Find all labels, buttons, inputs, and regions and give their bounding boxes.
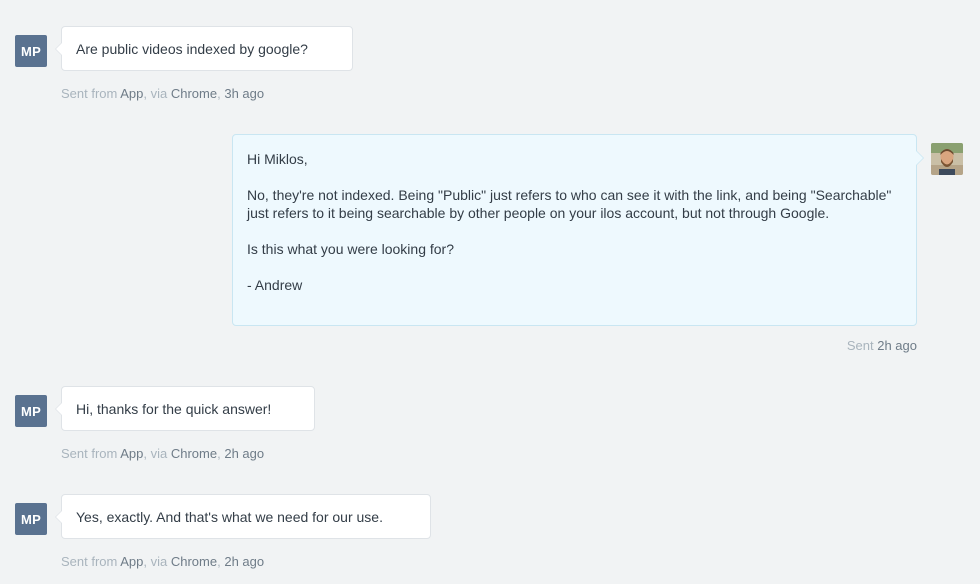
user-avatar-initials: MP: [21, 403, 41, 419]
meta-source: App: [120, 86, 144, 101]
message-meta: Sent from App, via Chrome, 2h ago: [61, 446, 264, 461]
meta-time: 3h ago: [224, 86, 265, 101]
meta-time: 2h ago: [877, 338, 917, 353]
user-avatar: MP: [15, 395, 47, 427]
meta-via: , via: [143, 86, 171, 101]
reply-body: No, they're not indexed. Being "Public" …: [247, 187, 892, 221]
message-meta: Sent from App, via Chrome, 3h ago: [61, 86, 264, 101]
reply-greeting: Hi Miklos,: [247, 151, 308, 167]
user-avatar: MP: [15, 503, 47, 535]
reply-question: Is this what you were looking for?: [247, 241, 454, 257]
meta-sent: Sent: [846, 338, 878, 353]
message-meta: Sent from App, via Chrome, 2h ago: [61, 554, 264, 569]
meta-browser: Chrome: [170, 554, 218, 569]
meta-source: App: [120, 554, 144, 569]
agent-avatar-photo: [931, 143, 963, 175]
agent-reply-bubble: Hi Miklos, No, they're not indexed. Bein…: [232, 134, 924, 326]
meta-browser: Chrome: [170, 86, 218, 101]
user-message-text: Are public videos indexed by google?: [76, 40, 308, 57]
meta-browser: Chrome: [170, 446, 218, 461]
meta-time: 2h ago: [224, 554, 265, 569]
meta-sent-from: Sent from: [61, 446, 121, 461]
user-message-bubble: Are public videos indexed by google?: [55, 26, 353, 71]
user-avatar: MP: [15, 35, 47, 67]
meta-source: App: [120, 446, 144, 461]
user-message-bubble: Yes, exactly. And that's what we need fo…: [55, 494, 431, 539]
user-avatar-initials: MP: [21, 511, 41, 527]
meta-time: 2h ago: [224, 446, 265, 461]
user-message-text: Hi, thanks for the quick answer!: [76, 400, 272, 417]
meta-sent-from: Sent from: [61, 86, 121, 101]
meta-via: , via: [143, 446, 171, 461]
user-avatar-initials: MP: [21, 43, 41, 59]
user-message-text: Yes, exactly. And that's what we need fo…: [76, 508, 383, 525]
meta-sent-from: Sent from: [61, 554, 121, 569]
meta-via: , via: [143, 554, 171, 569]
reply-signature: - Andrew: [247, 277, 303, 293]
user-message-bubble: Hi, thanks for the quick answer!: [55, 386, 315, 431]
reply-meta: Sent 2h ago: [847, 338, 917, 353]
